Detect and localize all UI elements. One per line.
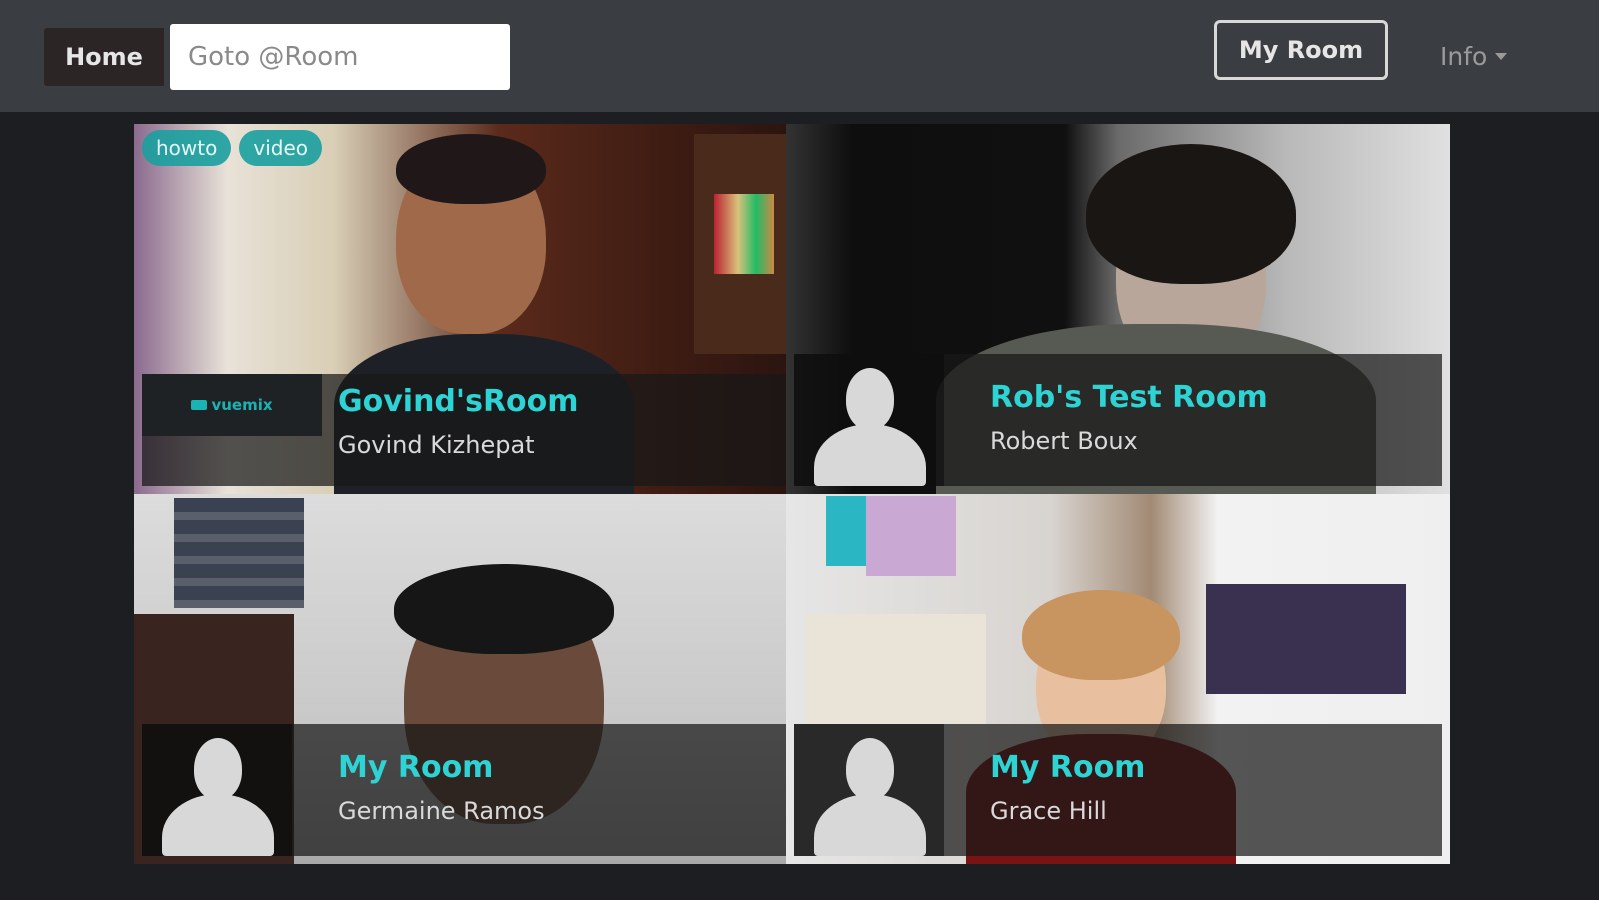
books (714, 194, 774, 274)
room-name: Govind'sRoom (338, 384, 579, 419)
room-name: My Room (338, 750, 494, 785)
wall-art (866, 496, 956, 576)
participant-hair (1086, 144, 1296, 284)
user-avatar-icon (814, 732, 926, 856)
home-button[interactable]: Home (44, 28, 164, 86)
user-name: Robert Boux (990, 427, 1138, 455)
bed (1206, 584, 1406, 694)
vuemix-logo-icon (191, 400, 208, 410)
participant-hair (396, 134, 546, 204)
user-name: Germaine Ramos (338, 797, 545, 825)
goto-room-input[interactable] (170, 24, 510, 90)
logo-text: vuemix (211, 396, 273, 414)
wall-poster (826, 496, 866, 566)
tile-info-overlay: My Room Germaine Ramos (142, 724, 790, 856)
user-name: Grace Hill (990, 797, 1107, 825)
clothes-stack (174, 498, 304, 608)
video-tile-1[interactable]: howto video vuemix Govind'sRoom Govind K… (134, 124, 798, 494)
room-logo: vuemix (142, 374, 322, 436)
user-name: Govind Kizhepat (338, 431, 535, 459)
participant-thumbnail (794, 354, 944, 486)
video-tile-2[interactable]: Rob's Test Room Robert Boux (786, 124, 1450, 494)
video-tile-4[interactable]: My Room Grace Hill (786, 494, 1450, 864)
participant-hair (1022, 590, 1180, 680)
tile-info-overlay: My Room Grace Hill (794, 724, 1442, 856)
info-label: Info (1440, 41, 1488, 71)
info-dropdown[interactable]: Info (1440, 36, 1508, 76)
user-avatar-icon (162, 732, 274, 856)
tile-info-overlay: vuemix Govind'sRoom Govind Kizhepat (142, 374, 790, 486)
caret-down-icon (1495, 52, 1508, 60)
tag-list: howto video (142, 130, 322, 166)
video-tile-3[interactable]: My Room Germaine Ramos (134, 494, 798, 864)
room-name: My Room (990, 750, 1146, 785)
participant-hair (394, 564, 614, 654)
my-room-button[interactable]: My Room (1214, 20, 1388, 80)
room-name: Rob's Test Room (990, 380, 1268, 415)
tag-video[interactable]: video (239, 130, 322, 166)
tag-howto[interactable]: howto (142, 130, 232, 166)
desk (806, 614, 986, 724)
user-avatar-icon (814, 362, 926, 486)
tile-info-overlay: Rob's Test Room Robert Boux (794, 354, 1442, 486)
participant-thumbnail (142, 724, 292, 856)
top-navbar: Home My Room Info (0, 0, 1599, 112)
participant-thumbnail (794, 724, 944, 856)
